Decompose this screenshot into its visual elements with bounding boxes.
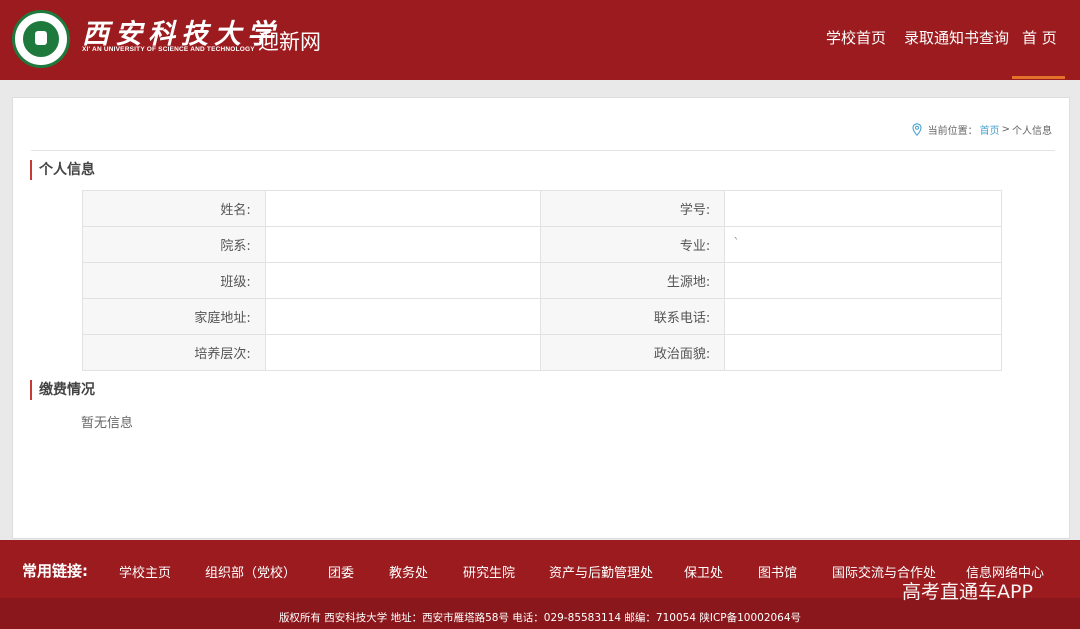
class-label: 班级: (82, 262, 266, 299)
copyright-text: 版权所有 西安科技大学 地址：西安市雁塔路58号 电话：029-85583114… (278, 612, 802, 624)
home-address-label: 家庭地址: (82, 298, 266, 335)
home-address-value (264, 298, 542, 335)
nav-active-indicator (1012, 76, 1065, 79)
department-value (264, 226, 542, 263)
footer-link-youth-league[interactable]: 团委 (328, 562, 354, 581)
political-status-value (724, 334, 1002, 371)
student-id-label: 学号: (540, 190, 726, 227)
breadcrumb-current: 个人信息 (1012, 126, 1052, 137)
content-panel: 当前位置： 首页 > 个人信息 个人信息 姓名: 学号: 院系: 专业: ` 班… (12, 97, 1070, 539)
nav-home[interactable]: 首 页 (1022, 27, 1057, 48)
site-header: 西安科技大学 XI' AN UNIVERSITY OF SCIENCE AND … (0, 0, 1080, 80)
footer-link-assets-logistics[interactable]: 资产与后勤管理处 (549, 562, 653, 581)
education-level-label: 培养层次: (82, 334, 266, 371)
university-logo[interactable] (12, 10, 70, 68)
table-row: 班级: 生源地: (82, 262, 1002, 299)
origin-value (724, 262, 1002, 299)
class-value (264, 262, 542, 299)
origin-label: 生源地: (540, 262, 726, 299)
nav-school-home[interactable]: 学校首页 (826, 27, 886, 48)
table-row: 姓名: 学号: (82, 190, 1002, 227)
phone-label: 联系电话: (540, 298, 726, 335)
footer-link-security[interactable]: 保卫处 (684, 562, 723, 581)
location-pin-icon (912, 123, 922, 136)
name-label: 姓名: (82, 190, 266, 227)
footer-link-organization[interactable]: 组织部（党校） (205, 562, 296, 581)
footer-link-school-site[interactable]: 学校主页 (119, 562, 171, 581)
major-label: 专业: (540, 226, 726, 263)
table-row: 院系: 专业: ` (82, 226, 1002, 263)
site-name: 迎新网 (258, 30, 321, 54)
education-level-value (264, 334, 542, 371)
department-label: 院系: (82, 226, 266, 263)
breadcrumb: 当前位置： 首页 > 个人信息 (912, 122, 1052, 137)
student-id-value (724, 190, 1002, 227)
personal-info-table: 姓名: 学号: 院系: 专业: ` 班级: 生源地: 家庭地址: 联系电话: 培… (82, 190, 1002, 371)
breadcrumb-divider (31, 150, 1055, 151)
footer-link-graduate-school[interactable]: 研究生院 (463, 562, 515, 581)
name-value (264, 190, 542, 227)
logo-core (35, 31, 47, 45)
table-row: 培养层次: 政治面貌: (82, 334, 1002, 371)
major-value: ` (724, 226, 1002, 263)
footer-link-library[interactable]: 图书馆 (758, 562, 797, 581)
payment-empty-text: 暂无信息 (81, 416, 134, 431)
phone-value (724, 298, 1002, 335)
footer-link-academic-affairs[interactable]: 教务处 (389, 562, 428, 581)
table-row: 家庭地址: 联系电话: (82, 298, 1002, 335)
logo-inner (21, 19, 61, 59)
breadcrumb-separator: > (1001, 124, 1010, 135)
university-name-en: XI' AN UNIVERSITY OF SCIENCE AND TECHNOL… (82, 46, 255, 53)
payment-status-title: 缴费情况 (30, 380, 95, 400)
breadcrumb-home-link[interactable]: 首页 (980, 122, 1000, 137)
political-status-label: 政治面貌: (540, 334, 726, 371)
footer-links-title: 常用链接: (22, 562, 88, 580)
personal-info-title: 个人信息 (30, 160, 95, 180)
breadcrumb-prefix: 当前位置： (927, 126, 978, 137)
app-watermark: 高考直通车APP (902, 581, 1033, 603)
nav-admission-query[interactable]: 录取通知书查询 (904, 27, 1009, 48)
